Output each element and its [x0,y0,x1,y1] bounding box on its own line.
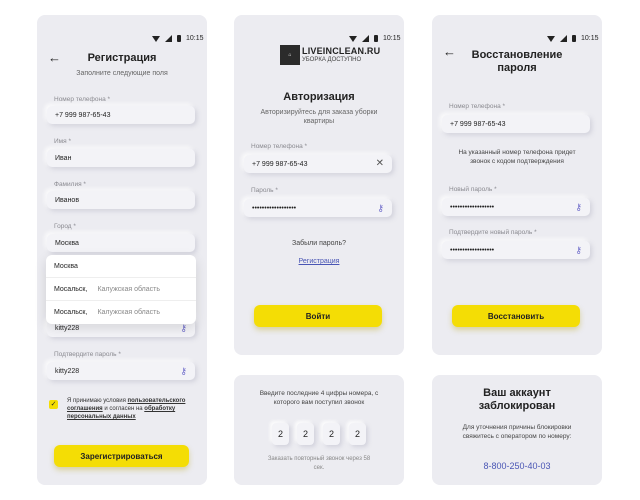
phone-label: Номер телефона * [251,143,308,150]
agree-mid: и согласен на [102,406,145,412]
agree-prefix: Я принимаю условия [67,398,128,404]
new-password-label: Новый пароль * [449,186,497,193]
city-option-name: Москва [54,262,78,270]
key-icon[interactable]: ⚷ [575,245,582,256]
phone-field[interactable]: +7 999 987-65-43 [47,106,195,124]
phone-field[interactable]: +7 999 987-65-43 [442,115,590,133]
code-digit[interactable]: 2 [297,423,314,445]
blocked-info: Для уточнения причины блокировки свяжите… [462,424,572,440]
city-label: Город * [54,223,76,230]
key-icon[interactable]: ⚷ [180,323,187,334]
confirm-new-password-label: Подтвердите новый пароль * [449,229,537,236]
resend-timer: Заказать повторный звонок через 58 сек. [267,456,371,471]
key-icon[interactable]: ⚷ [575,202,582,213]
blocked-screen: Ваш аккаунт заблокирован Для уточнения п… [432,375,602,485]
password-value: •••••••••••••••••• [252,204,297,212]
logo-subtext: УБОРКА ДОСТУПНО [302,57,362,63]
page-subtitle: Авторизируйтесь для заказа уборки кварти… [260,109,378,125]
key-icon[interactable]: ⚷ [377,203,384,214]
agree-text: Я принимаю условия пользовательского сог… [67,397,197,421]
name-field[interactable]: Иван [47,149,195,167]
password-value: kitty228 [55,324,80,332]
code-digit[interactable]: 2 [323,423,340,445]
logo-text: LIVEINCLEAN.RU [302,46,381,56]
clear-icon[interactable]: ✕ [376,158,384,169]
page-subtitle: Заполните следующие поля [76,70,168,77]
phone-value: +7 999 987-65-43 [450,120,506,128]
agree-checkbox[interactable]: ✓ [49,400,58,409]
login-screen: 10:15 ⌂ LIVEINCLEAN.RU УБОРКА ДОСТУПНО А… [234,15,404,355]
city-value: Москва [55,239,79,247]
city-dropdown: Москва Мосальск, Калужская область Мосал… [46,255,196,324]
signal-icon [560,35,567,42]
code-digit[interactable]: 2 [349,423,366,445]
code-instruction: Введите последние 4 цифры номера, с кото… [259,390,379,406]
confirm-password-field[interactable]: kitty228 ⚷ [47,362,195,380]
name-label: Имя * [54,138,71,145]
key-icon[interactable]: ⚷ [180,366,187,377]
forgot-password-link[interactable]: Забыли пароль? [254,239,384,248]
city-option-region: Калужская область [97,285,161,293]
city-field[interactable]: Москва [47,234,195,252]
support-phone-link[interactable]: 8-800-250-40-03 [452,461,582,471]
status-bar: 10:15 [349,35,401,42]
blocked-title: Ваш аккаунт заблокирован [478,387,556,412]
page-title: Регистрация [87,52,157,64]
registration-screen: 10:15 ← Регистрация Заполните следующие … [37,15,207,485]
phone-label: Номер телефона * [54,96,111,103]
surname-field[interactable]: Иванов [47,191,195,209]
signal-icon [362,35,369,42]
signal-icon [165,35,172,42]
confirm-password-label: Подтвердите пароль * [54,351,121,358]
new-password-value: •••••••••••••••••• [450,203,495,211]
recovery-screen: 10:15 ← Восстановление пароля Номер теле… [432,15,602,355]
password-field[interactable]: •••••••••••••••••• ⚷ [244,199,392,217]
login-button[interactable]: Войти [254,305,382,327]
status-time: 10:15 [383,35,401,42]
new-password-field[interactable]: •••••••••••••••••• ⚷ [442,198,590,216]
logo-icon: ⌂ [280,45,300,65]
surname-value: Иванов [55,196,80,204]
city-option-name: Мосальск, [54,309,88,316]
surname-label: Фамилия * [54,181,86,188]
status-time: 10:15 [186,35,204,42]
wifi-icon [349,35,357,42]
phone-value: +7 999 987-65-43 [252,160,308,168]
code-entry-screen: Введите последние 4 цифры номера, с кото… [234,375,404,485]
city-option-region: Калужская область [97,309,161,316]
wifi-icon [547,35,555,42]
status-bar: 10:15 [547,35,599,42]
name-value: Иван [55,154,72,162]
status-time: 10:15 [581,35,599,42]
confirm-password-value: kitty228 [55,367,80,375]
battery-icon [374,35,378,42]
city-option[interactable]: Мосальск, Калужская область [46,301,196,324]
page-title: Восстановление пароля [471,49,563,74]
battery-icon [177,35,181,42]
back-arrow-icon[interactable]: ← [443,45,456,58]
battery-icon [572,35,576,42]
status-bar: 10:15 [152,35,204,42]
recovery-info: На указанный номер телефона придет звоно… [458,149,576,165]
city-option[interactable]: Москва [46,255,196,278]
city-option-name: Мосальск, [54,285,88,293]
restore-button[interactable]: Восстановить [452,305,580,327]
register-link[interactable]: Регистрация [254,258,384,265]
password-label: Пароль * [251,187,278,194]
phone-field[interactable]: +7 999 987-65-43 ✕ [244,155,392,173]
register-button[interactable]: Зарегистрироваться [54,445,189,467]
code-digit[interactable]: 2 [272,423,289,445]
confirm-new-password-field[interactable]: •••••••••••••••••• ⚷ [442,241,590,259]
city-option[interactable]: Мосальск, Калужская область [46,278,196,301]
phone-label: Номер телефона * [449,103,506,110]
phone-value: +7 999 987-65-43 [55,111,111,119]
wifi-icon [152,35,160,42]
page-title: Авторизация [283,91,355,103]
confirm-new-password-value: •••••••••••••••••• [450,246,495,254]
